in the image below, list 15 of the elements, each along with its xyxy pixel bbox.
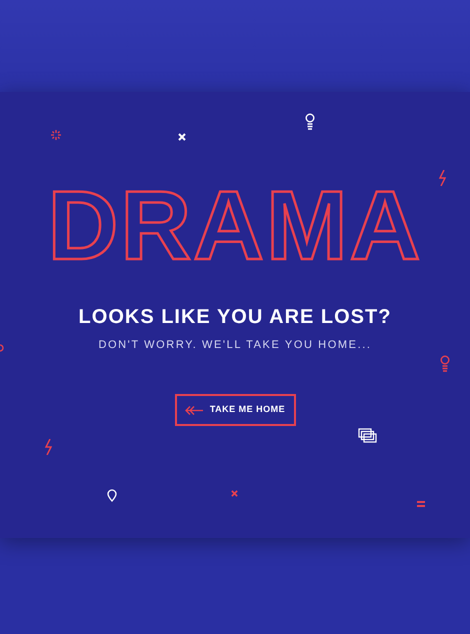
home-button[interactable]: TAKE ME HOME (174, 394, 296, 426)
equals-icon (417, 501, 425, 507)
location-pin-icon (107, 489, 117, 502)
subheading: DON'T WORRY. WE'LL TAKE YOU HOME... (98, 338, 372, 352)
sparkle-icon (51, 130, 61, 140)
arrow-left-icon (184, 406, 203, 414)
logo: DRAMA (48, 185, 422, 265)
windows-icon (358, 428, 377, 443)
lightning-icon (45, 439, 52, 455)
close-icon (178, 133, 186, 141)
close-icon (231, 490, 238, 497)
lightbulb-icon (305, 113, 315, 131)
lightning-icon (439, 170, 446, 186)
heading: LOOKS LIKE YOU ARE LOST? (78, 305, 392, 329)
lightbulb-icon (440, 355, 450, 373)
